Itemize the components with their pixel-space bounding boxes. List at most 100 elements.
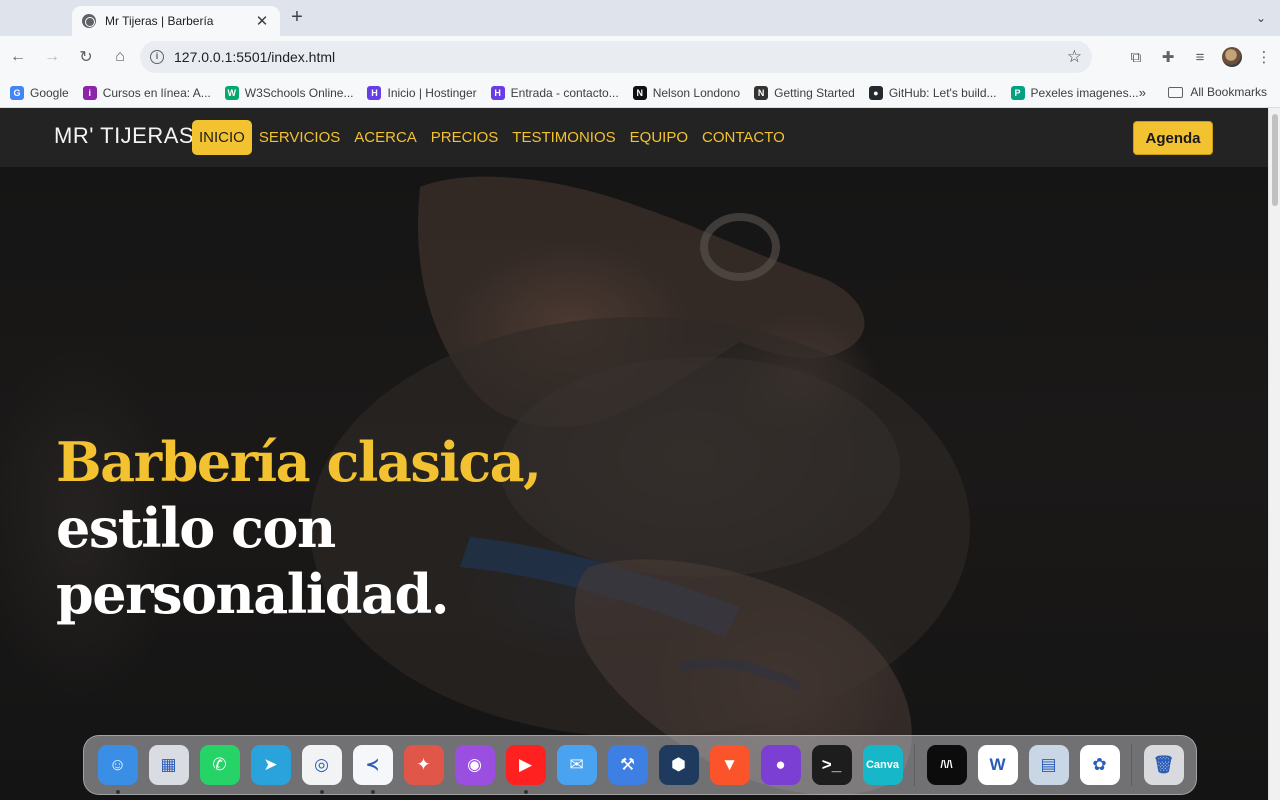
xcode-glyph: ⚒ xyxy=(619,755,636,774)
forward-button[interactable]: → xyxy=(36,41,68,73)
bookmark-star-icon[interactable]: ☆ xyxy=(1067,47,1082,67)
terminal-icon[interactable]: >_ xyxy=(811,745,852,785)
bookmark-label: Google xyxy=(30,85,69,100)
canva-icon[interactable]: Canva xyxy=(862,745,903,785)
close-tab-icon[interactable]: ✕ xyxy=(254,12,270,30)
browser-toolbar: ← → ↻ ⌂ i 127.0.0.1:5501/index.html ☆ ⧉ … xyxy=(0,36,1280,78)
mail-glyph: ✉ xyxy=(569,755,584,774)
browser-tab[interactable]: Mr Tijeras | Barbería ✕ xyxy=(72,6,280,36)
profile-avatar[interactable] xyxy=(1216,41,1248,73)
bookmark-item[interactable]: N Nelson Londono xyxy=(632,85,740,100)
whatsapp-icon[interactable]: ✆ xyxy=(199,745,240,785)
github-desktop-icon[interactable]: ● xyxy=(760,745,801,785)
nav-link-acerca[interactable]: ACERCA xyxy=(347,120,424,155)
page-viewport: MR' TIJERAS INICIO SERVICIOS ACERCA PRECIOS… xyxy=(0,108,1268,800)
tab-search-chevron-icon[interactable]: ⌄ xyxy=(1250,7,1272,29)
bookmark-label: Inicio | Hostinger xyxy=(387,85,477,100)
back-button[interactable]: ← xyxy=(2,41,34,73)
chrome-icon[interactable]: ◎ xyxy=(301,745,342,794)
word-icon[interactable]: W xyxy=(977,745,1018,785)
bookmark-item[interactable]: H Entrada - contacto... xyxy=(490,85,619,100)
telegram-icon[interactable]: ➤ xyxy=(250,745,291,785)
finder-icon[interactable]: ☺ xyxy=(97,745,138,794)
devtool-glyph: ⬢ xyxy=(671,755,686,774)
safari-glyph: ✦ xyxy=(416,755,431,774)
launchpad-glyph: ▦ xyxy=(160,755,177,774)
bookmark-item[interactable]: P Pexeles imagenes... xyxy=(1010,85,1139,100)
nav-link-inicio[interactable]: INICIO xyxy=(192,120,252,155)
word-glyph: W xyxy=(989,755,1006,774)
github-icon: ● xyxy=(868,85,883,100)
photos-glyph: ✿ xyxy=(1092,755,1107,774)
vscode-glyph: ≺ xyxy=(365,755,380,774)
vscode-icon[interactable]: ≺ xyxy=(352,745,393,794)
notion-icon: N xyxy=(754,85,769,100)
dock-separator xyxy=(914,744,915,786)
site-navbar: MR' TIJERAS INICIO SERVICIOS ACERCA PRECIOS… xyxy=(0,108,1268,167)
hero-headline: Barbería clasica, estilo con personalida… xyxy=(56,429,696,627)
youtube-icon[interactable]: ▶ xyxy=(505,745,546,794)
photos-icon[interactable]: ✿ xyxy=(1079,745,1120,785)
podcasts-glyph: ◉ xyxy=(467,755,482,774)
media-controls-icon[interactable]: ≡ xyxy=(1184,41,1216,73)
nelson-icon: N xyxy=(632,85,647,100)
bookmark-label: W3Schools Online... xyxy=(244,85,354,100)
scrollbar-thumb[interactable] xyxy=(1272,114,1278,206)
nav-link-servicios[interactable]: SERVICIOS xyxy=(252,120,347,155)
site-info-icon[interactable]: i xyxy=(150,50,164,64)
hostinger-icon: H xyxy=(490,85,505,100)
bookmark-item[interactable]: ● GitHub: Let's build... xyxy=(868,85,997,100)
safari-icon[interactable]: ✦ xyxy=(403,745,444,785)
menu-kebab-icon[interactable]: ⋮ xyxy=(1248,41,1280,73)
nav-link-precios[interactable]: PRECIOS xyxy=(424,120,506,155)
reload-button[interactable]: ↻ xyxy=(70,41,102,73)
running-indicator xyxy=(115,790,120,794)
whatsapp-glyph: ✆ xyxy=(212,755,227,774)
terminal-glyph: >_ xyxy=(821,755,842,774)
brave-icon[interactable]: ▼ xyxy=(709,745,750,785)
mail-icon[interactable]: ✉ xyxy=(556,745,597,785)
tab-strip: Mr Tijeras | Barbería ✕ + ⌄ xyxy=(0,0,1280,36)
hero-headline-accent: Barbería clasica, xyxy=(56,430,542,494)
xcode-icon[interactable]: ⚒ xyxy=(607,745,648,785)
nav-link-testimonios[interactable]: TESTIMONIOS xyxy=(505,120,622,155)
dock-separator xyxy=(1131,744,1132,786)
page-scrollbar[interactable] xyxy=(1268,108,1280,800)
launchpad-icon[interactable]: ▦ xyxy=(148,745,189,785)
running-indicator xyxy=(370,790,375,794)
new-tab-button[interactable]: + xyxy=(286,6,308,28)
bookmark-item[interactable]: i Cursos en línea: A... xyxy=(82,85,211,100)
telegram-glyph: ➤ xyxy=(263,755,278,774)
podcasts-icon[interactable]: ◉ xyxy=(454,745,495,785)
bookmarks-bar: G Google i Cursos en línea: A... W W3Schools … xyxy=(0,78,1280,108)
hostinger-icon: H xyxy=(367,85,382,100)
agenda-button[interactable]: Agenda xyxy=(1133,121,1213,155)
all-bookmarks-button[interactable]: All Bookmarks xyxy=(1168,85,1267,99)
running-indicator xyxy=(523,790,528,794)
bookmark-item[interactable]: N Getting Started xyxy=(754,85,855,100)
address-bar[interactable]: i 127.0.0.1:5501/index.html ☆ xyxy=(140,41,1092,73)
mongodb-compass-icon[interactable]: /\/\ xyxy=(926,745,967,785)
bookmark-label: Cursos en línea: A... xyxy=(102,85,211,100)
bookmark-item[interactable]: H Inicio | Hostinger xyxy=(367,85,477,100)
w3schools-icon: W xyxy=(224,85,239,100)
nav-link-contacto[interactable]: CONTACTO xyxy=(695,120,792,155)
bookmark-item[interactable]: W W3Schools Online... xyxy=(224,85,354,100)
main-menu: INICIO SERVICIOS ACERCA PRECIOS TESTIMONIOS E… xyxy=(192,120,792,155)
bookmark-item[interactable]: G Google xyxy=(10,85,69,100)
all-bookmarks-label: All Bookmarks xyxy=(1190,85,1267,99)
trash-icon[interactable]: 🗑 xyxy=(1143,745,1184,785)
tab-title: Mr Tijeras | Barbería xyxy=(105,14,214,28)
extensions-puzzle-icon[interactable]: ✚ xyxy=(1152,41,1184,73)
more-bookmarks-icon[interactable]: » xyxy=(1139,85,1146,100)
nav-link-equipo[interactable]: EQUIPO xyxy=(623,120,695,155)
brand-logo[interactable]: MR' TIJERAS xyxy=(54,123,194,149)
devtool-icon[interactable]: ⬢ xyxy=(658,745,699,785)
preview-icon[interactable]: ▤ xyxy=(1028,745,1069,785)
extension-icon[interactable]: ⧉ xyxy=(1120,41,1152,73)
home-button[interactable]: ⌂ xyxy=(104,41,136,73)
pexels-icon: P xyxy=(1010,85,1025,100)
globe-icon xyxy=(82,14,96,28)
hero-headline-rest: estilo con personalidad. xyxy=(56,496,450,626)
url-text[interactable]: 127.0.0.1:5501/index.html xyxy=(174,49,1067,65)
